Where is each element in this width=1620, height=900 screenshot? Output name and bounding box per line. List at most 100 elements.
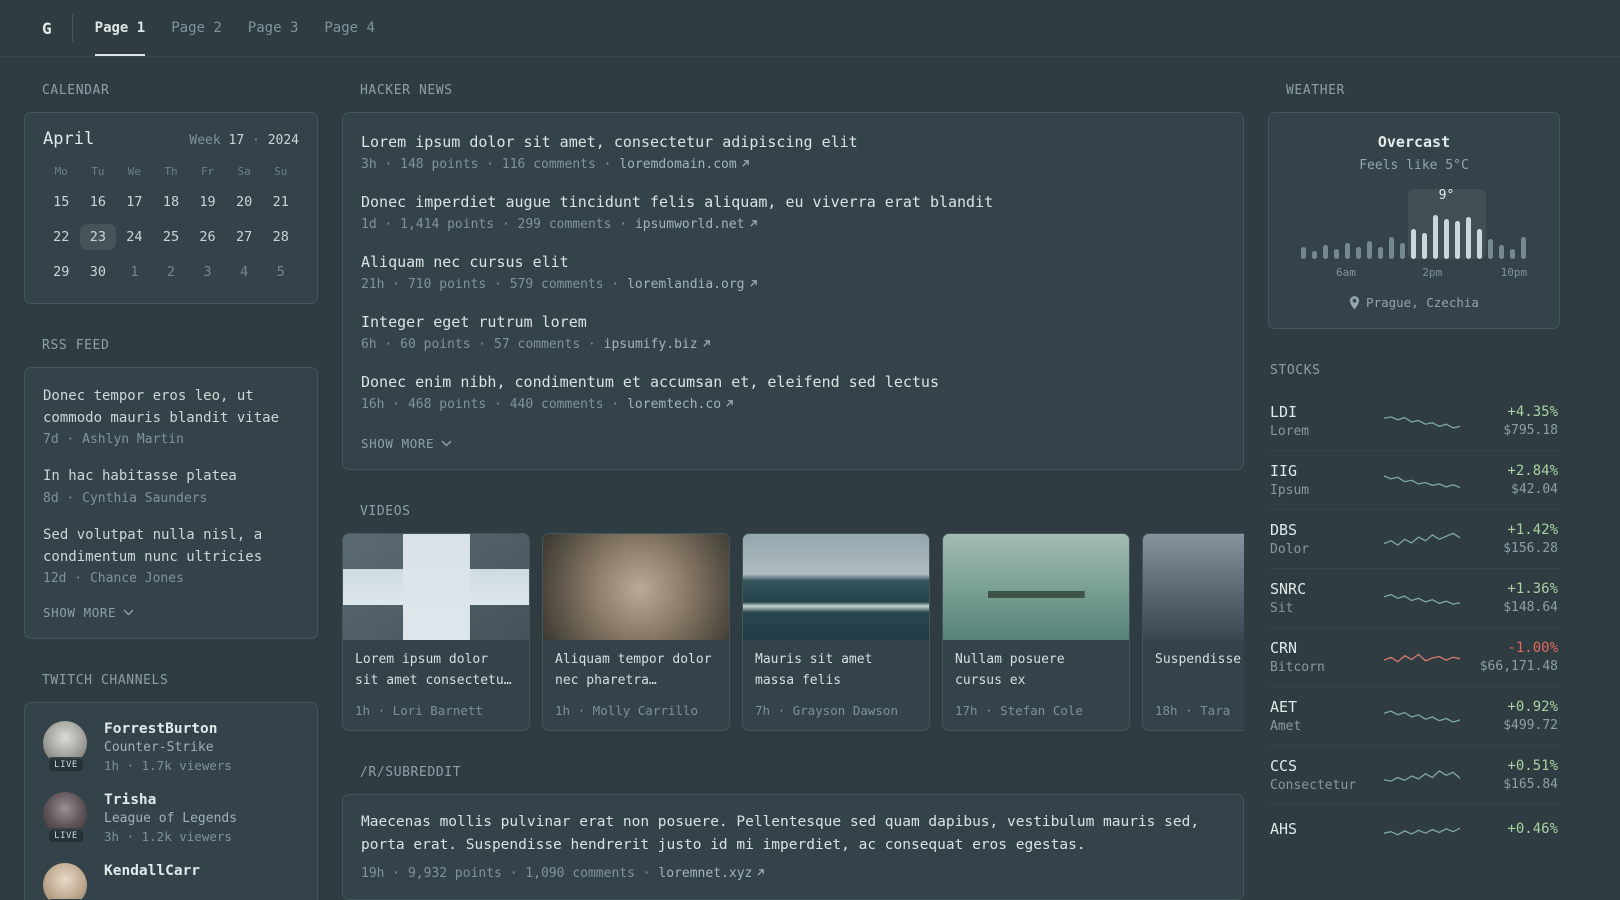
hn-item: Aliquam nec cursus elit 21h · 710 points… [361, 253, 1225, 292]
rss-item-title[interactable]: Sed volutpat nulla nisl, a condimentum n… [43, 525, 299, 568]
rss-item-title[interactable]: Donec tempor eros leo, ut commodo mauris… [43, 386, 299, 429]
weather-time-label: 10pm [1500, 266, 1528, 279]
hn-domain-text: ipsumworld.net [634, 217, 745, 232]
calendar-day: 24 [126, 229, 143, 245]
middle-column: HACKER NEWS Lorem ipsum dolor sit amet, … [342, 83, 1244, 900]
dashboard-grid: CALENDAR April Week 17 · 2024 Mo Tu We T… [0, 57, 1620, 900]
rss-item-meta: 12d · Chance Jones [43, 571, 184, 587]
stock-symbol: LDI [1270, 403, 1298, 421]
weather-card: Overcast Feels like 5°C 9° 6am 2pm 10pm … [1268, 112, 1560, 329]
stock-sparkline [1384, 475, 1460, 489]
stock-price: $42.04 [1511, 482, 1558, 497]
calendar-day: 15 [53, 194, 70, 210]
stock-change: +0.46% [1507, 820, 1558, 837]
calendar-day: 22 [53, 229, 70, 245]
stock-sparkline [1384, 653, 1460, 663]
hn-item-title[interactable]: Lorem ipsum dolor sit amet, consectetur … [361, 133, 1225, 151]
hn-domain-link[interactable]: ipsumworld.net [635, 217, 758, 232]
video-meta: 1h · Lori Barnett [355, 703, 483, 718]
stock-sparkline [1384, 827, 1460, 836]
stock-symbol: AHS [1270, 819, 1298, 838]
weather-condition: Overcast [1377, 133, 1451, 151]
hn-item: Integer eget rutrum lorem 6h · 60 points… [361, 313, 1225, 352]
live-badge: LIVE [47, 757, 85, 774]
hn-item-meta: 1d · 1,414 points · 299 comments · ipsum… [361, 217, 1225, 232]
hn-item-title[interactable]: Donec imperdiet augue tincidunt felis al… [361, 193, 1225, 211]
rss-item-meta: 8d · Cynthia Saunders [43, 491, 208, 507]
hn-show-more-button[interactable]: SHOW MORE [361, 436, 1225, 451]
stock-row[interactable]: SNRC Sit +1.36% $148.64 [1268, 568, 1560, 627]
tab-page-1[interactable]: Page 1 [94, 0, 146, 56]
hn-domain-link[interactable]: ipsumify.biz [604, 337, 711, 352]
video-meta: 1h · Molly Carrillo [555, 703, 698, 718]
page-tabs: Page 1 Page 2 Page 3 Page 4 [94, 0, 375, 56]
calendar-day-other-month: 1 [130, 264, 139, 280]
hn-item-meta: 21h · 710 points · 579 comments · loreml… [361, 277, 1225, 292]
rss-item: In hac habitasse platea 8d · Cynthia Sau… [43, 466, 299, 506]
weekday-header: Fr [200, 165, 215, 178]
rss-item: Donec tempor eros leo, ut commodo mauris… [43, 386, 299, 447]
stock-name: Lorem [1270, 424, 1310, 439]
video-card[interactable]: Nullam posuere cursus ex 17h · Stefan Co… [942, 533, 1130, 731]
hn-show-more-label: SHOW MORE [361, 436, 435, 451]
stock-name: Bitcorn [1270, 660, 1325, 675]
hn-domain-link[interactable]: loremlandia.org [627, 277, 757, 292]
weekday-header: Mo [54, 165, 68, 178]
twitch-channel-game: League of Legends [104, 811, 238, 827]
video-card[interactable]: Aliquam tempor dolor nec pharetra… 1h · … [542, 533, 730, 731]
stock-row[interactable]: CCS Consectetur +0.51% $165.84 [1268, 745, 1560, 804]
rss-item: Sed volutpat nulla nisl, a condimentum n… [43, 525, 299, 586]
video-card[interactable]: Mauris sit amet massa felis 7h · Grayson… [742, 533, 930, 731]
twitch-channel-name: Trisha [104, 792, 157, 809]
external-link-icon [749, 220, 757, 227]
stock-values: +1.36% $148.64 [1462, 581, 1558, 615]
stock-values: -1.00% $66,171.48 [1462, 640, 1558, 674]
twitch-section-title: TWITCH CHANNELS [42, 673, 169, 689]
stock-price: $499.72 [1503, 718, 1558, 733]
stock-row[interactable]: IIG Ipsum +2.84% $42.04 [1268, 450, 1560, 509]
stock-row[interactable]: AHS +0.46% [1268, 804, 1560, 855]
stock-row[interactable]: AET Amet +0.92% $499.72 [1268, 686, 1560, 745]
twitch-channel-row[interactable]: LIVE KendallCarr [43, 863, 299, 900]
stock-values: +1.42% $156.28 [1462, 522, 1558, 556]
stock-row[interactable]: CRN Bitcorn -1.00% $66,171.48 [1268, 627, 1560, 686]
hn-domain-text: loremlandia.org [627, 277, 745, 292]
video-meta: 18h · Tara [1155, 703, 1231, 718]
tab-page-4[interactable]: Page 4 [324, 0, 375, 56]
calendar-widget: CALENDAR April Week 17 · 2024 Mo Tu We T… [24, 83, 318, 304]
stock-row[interactable]: DBS Dolor +1.42% $156.28 [1268, 509, 1560, 568]
calendar-day-other-month: 2 [166, 264, 176, 280]
hn-item-title[interactable]: Integer eget rutrum lorem [361, 313, 1225, 331]
subreddit-post-title[interactable]: Maecenas mollis pulvinar erat non posuer… [361, 811, 1225, 858]
weather-peak-temp: 9° [1438, 188, 1455, 203]
twitch-avatar-wrap: LIVE [43, 721, 89, 774]
hn-item-meta: 16h · 468 points · 440 comments · loremt… [361, 397, 1225, 412]
twitch-channel-row[interactable]: LIVE Trisha League of Legends 3h · 1.2k … [43, 792, 299, 845]
stock-symbol: DBS [1270, 521, 1298, 539]
stock-row[interactable]: LDI Lorem +4.35% $795.18 [1268, 392, 1560, 450]
video-thumbnail [343, 534, 529, 640]
hn-domain-text: loremtech.co [627, 397, 722, 412]
stocks-widget: STOCKS LDI Lorem +4.35% $795.18 IIG Ipsum +… [1268, 363, 1560, 855]
rss-show-more-button[interactable]: SHOW MORE [43, 605, 299, 620]
weekday-header: Th [164, 165, 178, 178]
hn-meta-text: 6h · 60 points · 57 comments · [361, 337, 604, 352]
twitch-channel-row[interactable]: LIVE ForrestBurton Counter-Strike 1h · 1… [43, 721, 299, 774]
video-card[interactable]: Lorem ipsum dolor sit amet consectetu… 1… [342, 533, 530, 731]
hn-domain-link[interactable]: loremtech.co [627, 397, 734, 412]
stock-values: +0.92% $499.72 [1462, 699, 1558, 733]
tab-page-2[interactable]: Page 2 [171, 0, 222, 56]
twitch-channel-name: ForrestBurton [104, 721, 218, 738]
subreddit-domain-link[interactable]: loremnet.xyz [658, 866, 765, 881]
hn-domain-link[interactable]: loremdomain.com [619, 157, 749, 172]
hn-item-title[interactable]: Aliquam nec cursus elit [361, 253, 1225, 271]
twitch-channel-game: Counter-Strike [104, 740, 214, 756]
video-card[interactable]: Suspendisse diam 18h · Tara [1142, 533, 1244, 731]
hn-item-title[interactable]: Donec enim nibh, condimentum et accumsan… [361, 373, 1225, 391]
tab-page-3[interactable]: Page 3 [248, 0, 299, 56]
hn-meta-text: 21h · 710 points · 579 comments · [361, 277, 628, 292]
weather-feels-like: Feels like 5°C [1359, 158, 1469, 173]
rss-item-title[interactable]: In hac habitasse platea [43, 466, 299, 488]
external-link-icon [749, 280, 757, 287]
video-meta: 7h · Grayson Dawson [755, 703, 898, 718]
